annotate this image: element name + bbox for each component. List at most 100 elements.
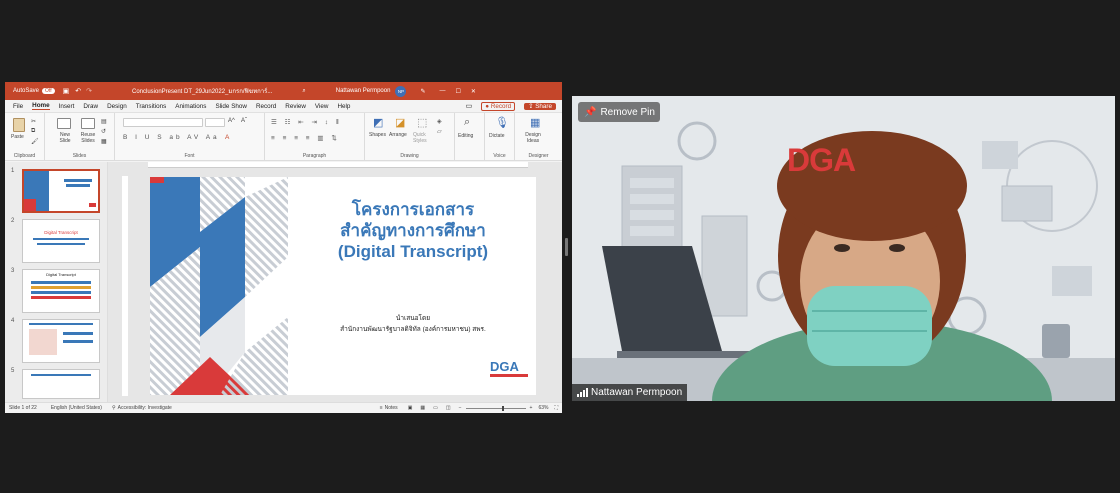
arrange-button[interactable]: Arrange xyxy=(389,132,407,138)
slides-group-label: Slides xyxy=(72,153,87,159)
user-avatar[interactable]: NP xyxy=(395,85,407,97)
thumb-number: 5 xyxy=(11,368,15,374)
ribbon: Paste ✂ ⧉ 🖌 Clipboard New Slide Reuse Sl… xyxy=(5,113,562,161)
microphone-icon[interactable]: 🎙 xyxy=(495,116,509,129)
slide-title-line-3: (Digital Transcript) xyxy=(337,242,489,261)
redo-icon[interactable]: ↷ xyxy=(86,87,92,95)
format-painter-icon[interactable]: 🖌 xyxy=(31,138,39,145)
cut-icon[interactable]: ✂ xyxy=(31,118,36,125)
reading-view-icon[interactable]: ▭ xyxy=(433,405,438,411)
maximize-icon[interactable]: ☐ xyxy=(455,88,460,95)
title-bar: AutoSave Off ▣ ↶ ↷ ConclusionPresent DT_… xyxy=(5,82,562,100)
sorter-view-icon[interactable]: ▦ xyxy=(420,405,425,411)
paste-icon[interactable] xyxy=(13,118,25,132)
thumb-2-title: Digital Transcript xyxy=(44,230,78,235)
font-format-icons[interactable]: B I U S ab AV Aa xyxy=(123,134,220,141)
shapes-button[interactable]: Shapes xyxy=(369,132,386,138)
design-ideas-button[interactable]: Design Ideas xyxy=(521,132,545,144)
slide-thumbnail-5[interactable] xyxy=(22,369,100,399)
reset-icon[interactable]: ↺ xyxy=(101,128,106,135)
arrange-icon[interactable]: ◪ xyxy=(395,116,405,129)
accessibility-status[interactable]: Accessibility: Investigate xyxy=(118,405,172,411)
tile-splitter[interactable] xyxy=(565,238,568,256)
tab-view[interactable]: View xyxy=(315,103,329,110)
zoom-slider[interactable] xyxy=(465,405,526,411)
autosave-toggle[interactable]: Off xyxy=(42,88,55,94)
reuse-slides-button[interactable]: Reuse Slides xyxy=(78,132,98,144)
drawing-group-label: Drawing xyxy=(400,153,419,159)
quick-styles-button[interactable]: Quick Styles xyxy=(413,132,433,144)
dictate-button[interactable]: Dictate xyxy=(489,133,505,139)
shapes-icon[interactable]: ◩ xyxy=(373,116,383,129)
font-color-icon[interactable]: A xyxy=(225,134,229,141)
comments-icon[interactable]: ▭ xyxy=(466,102,473,110)
search-icon[interactable]: ⌕ xyxy=(302,88,305,95)
remove-pin-button[interactable]: 📌 Remove Pin xyxy=(578,102,660,122)
new-slide-button[interactable]: New Slide xyxy=(55,132,75,144)
tab-review[interactable]: Review xyxy=(285,103,306,110)
undo-icon[interactable]: ↶ xyxy=(75,87,81,95)
menu-bar: File Home Insert Draw Design Transitions… xyxy=(5,100,562,113)
zoom-level[interactable]: 63% xyxy=(538,405,548,411)
grow-font-icon[interactable]: A^ xyxy=(228,118,235,124)
find-icon[interactable]: ⌕ xyxy=(464,116,470,129)
tab-slide-show[interactable]: Slide Show xyxy=(215,103,247,110)
share-button[interactable]: ⇪ Share xyxy=(524,102,556,110)
notes-icon[interactable]: ≡ xyxy=(380,405,383,411)
reuse-slides-icon[interactable] xyxy=(81,118,95,129)
design-ideas-icon[interactable]: ▦ xyxy=(530,116,540,129)
slideshow-view-icon[interactable]: ◫ xyxy=(446,405,451,411)
language-status[interactable]: English (United States) xyxy=(51,405,102,411)
slide-thumbnail-4[interactable] xyxy=(22,319,100,363)
tab-animations[interactable]: Animations xyxy=(175,103,206,110)
font-family-select[interactable] xyxy=(123,118,203,127)
share-button-label: Share xyxy=(535,102,552,110)
layout-icon[interactable]: ▤ xyxy=(101,118,107,125)
zoom-out-icon[interactable]: − xyxy=(459,405,462,411)
zoom-in-icon[interactable]: + xyxy=(530,405,533,411)
normal-view-icon[interactable]: ▣ xyxy=(408,405,413,411)
tab-transitions[interactable]: Transitions xyxy=(136,103,167,110)
pen-icon[interactable]: ✎ xyxy=(420,88,425,95)
list-icons[interactable]: ☰ ☷ ⇤ ⇥ ↕ ⫴ xyxy=(271,118,342,127)
tab-help[interactable]: Help xyxy=(337,103,350,110)
dga-logo-underline xyxy=(490,374,528,377)
tab-draw[interactable]: Draw xyxy=(83,103,98,110)
paste-button[interactable]: Paste xyxy=(11,134,24,140)
voice-group: 🎙 Dictate Voice xyxy=(485,113,515,161)
close-icon[interactable]: ✕ xyxy=(471,88,476,95)
notes-button[interactable]: Notes xyxy=(385,405,398,411)
tab-file[interactable]: File xyxy=(13,103,23,110)
record-button-label: Record xyxy=(490,102,512,110)
copy-icon[interactable]: ⧉ xyxy=(31,128,35,135)
align-icons[interactable]: ≡ ≡ ≡ ≡ ▥ ⇅ xyxy=(271,134,340,142)
shrink-font-icon[interactable]: Aˇ xyxy=(241,118,247,124)
shape-fill-icon[interactable]: ◈ xyxy=(437,118,442,125)
zoom-slider-thumb[interactable] xyxy=(501,405,504,411)
current-slide[interactable]: โครงการเอกสาร สำคัญทางการศึกษา (Digital … xyxy=(150,177,536,395)
autosave-label: AutoSave xyxy=(13,88,40,94)
record-button[interactable]: ● Record xyxy=(481,101,516,111)
section-icon[interactable]: ▦ xyxy=(101,138,107,145)
editing-button[interactable]: Editing xyxy=(458,133,473,139)
save-icon[interactable]: ▣ xyxy=(63,87,70,95)
tab-record[interactable]: Record xyxy=(256,103,276,110)
tab-insert[interactable]: Insert xyxy=(59,103,75,110)
tab-home[interactable]: Home xyxy=(32,102,50,110)
font-size-select[interactable] xyxy=(205,118,225,127)
slide-thumbnail-2[interactable]: Digital Transcript xyxy=(22,219,100,263)
new-slide-icon[interactable] xyxy=(57,118,71,129)
font-group: A^ Aˇ B I U S ab AV Aa A Font xyxy=(115,113,265,161)
drawing-group: ◩ Shapes ◪ Arrange ⬚ Quick Styles ◈ ▱ Dr… xyxy=(365,113,455,161)
slide-thumbnail-3[interactable]: Digital Transcript xyxy=(22,269,100,313)
slide-thumbnail-1[interactable] xyxy=(22,169,100,213)
minimize-icon[interactable]: — xyxy=(439,88,445,94)
quick-styles-icon[interactable]: ⬚ xyxy=(417,116,427,129)
fit-slide-icon[interactable]: ⛶ xyxy=(554,405,558,411)
clipboard-group: Paste ✂ ⧉ 🖌 Clipboard xyxy=(5,113,45,161)
tab-design[interactable]: Design xyxy=(107,103,127,110)
shape-outline-icon[interactable]: ▱ xyxy=(437,128,442,135)
thumb-3-title: Digital Transcript xyxy=(46,272,76,277)
presenter-org: สำนักงานพัฒนารัฐบาลดิจิทัล (องค์การมหาชน… xyxy=(340,326,486,333)
designer-group-label: Designer xyxy=(528,153,549,159)
